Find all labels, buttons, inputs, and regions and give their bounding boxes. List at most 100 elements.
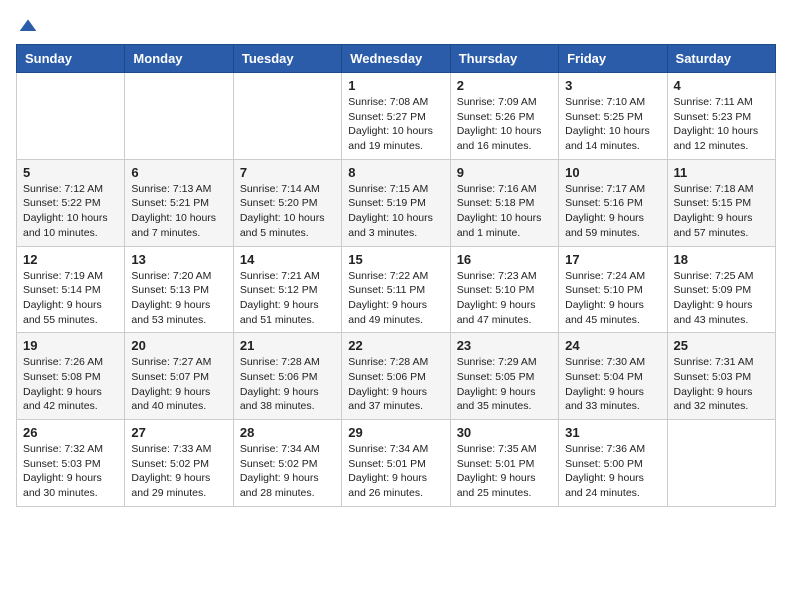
calendar-cell: 9Sunrise: 7:16 AM Sunset: 5:18 PM Daylig…	[450, 159, 558, 246]
day-info: Sunrise: 7:33 AM Sunset: 5:02 PM Dayligh…	[131, 442, 226, 501]
calendar-cell: 20 Sunrise: 7:27 AM Sunset: 5:07 PM Dayli…	[125, 333, 233, 420]
day-number: 26	[23, 425, 118, 440]
day-number: 22	[348, 338, 443, 353]
day-number: 21	[240, 338, 335, 353]
day-number: 27	[131, 425, 226, 440]
calendar-cell: 24 Sunrise: 7:30 AM Sunset: 5:04 PM Dayli…	[559, 333, 667, 420]
day-number: 2	[457, 78, 552, 93]
week-row-3: 19 Sunrise: 7:26 AM Sunset: 5:08 PM Dayli…	[17, 333, 776, 420]
day-info: Sunrise: 7:19 AM Sunset: 5:14 PM Dayligh…	[23, 269, 118, 328]
calendar-cell: 13Sunrise: 7:20 AM Sunset: 5:13 PM Dayli…	[125, 246, 233, 333]
calendar-cell: 27 Sunrise: 7:33 AM Sunset: 5:02 PM Dayli…	[125, 420, 233, 507]
calendar-cell: 11 Sunrise: 7:18 AM Sunset: 5:15 PM Dayli…	[667, 159, 775, 246]
day-info: Sunrise: 7:27 AM Sunset: 5:07 PM Dayligh…	[131, 355, 226, 414]
day-number: 14	[240, 252, 335, 267]
day-number: 15	[348, 252, 443, 267]
day-number: 20	[131, 338, 226, 353]
day-number: 24	[565, 338, 660, 353]
day-info: Sunrise: 7:12 AM Sunset: 5:22 PM Dayligh…	[23, 182, 118, 241]
day-info: Sunrise: 7:10 AM Sunset: 5:25 PM Dayligh…	[565, 95, 660, 154]
header-saturday: Saturday	[667, 45, 775, 73]
day-info: Sunrise: 7:31 AM Sunset: 5:03 PM Dayligh…	[674, 355, 769, 414]
day-number: 13	[131, 252, 226, 267]
calendar-cell	[233, 73, 341, 160]
calendar-cell: 19 Sunrise: 7:26 AM Sunset: 5:08 PM Dayli…	[17, 333, 125, 420]
day-number: 23	[457, 338, 552, 353]
calendar-cell: 28 Sunrise: 7:34 AM Sunset: 5:02 PM Dayli…	[233, 420, 341, 507]
header-wednesday: Wednesday	[342, 45, 450, 73]
calendar-cell	[667, 420, 775, 507]
day-info: Sunrise: 7:11 AM Sunset: 5:23 PM Dayligh…	[674, 95, 769, 154]
calendar-cell: 3 Sunrise: 7:10 AM Sunset: 5:25 PM Daylig…	[559, 73, 667, 160]
header-monday: Monday	[125, 45, 233, 73]
calendar-cell: 26 Sunrise: 7:32 AM Sunset: 5:03 PM Dayli…	[17, 420, 125, 507]
day-info: Sunrise: 7:14 AM Sunset: 5:20 PM Dayligh…	[240, 182, 335, 241]
day-info: Sunrise: 7:09 AM Sunset: 5:26 PM Dayligh…	[457, 95, 552, 154]
week-row-1: 5 Sunrise: 7:12 AM Sunset: 5:22 PM Daylig…	[17, 159, 776, 246]
day-number: 19	[23, 338, 118, 353]
day-info: Sunrise: 7:26 AM Sunset: 5:08 PM Dayligh…	[23, 355, 118, 414]
calendar-table: SundayMondayTuesdayWednesdayThursdayFrid…	[16, 44, 776, 507]
day-number: 18	[674, 252, 769, 267]
day-number: 8	[348, 165, 443, 180]
calendar-cell: 15 Sunrise: 7:22 AM Sunset: 5:11 PM Dayli…	[342, 246, 450, 333]
day-info: Sunrise: 7:29 AM Sunset: 5:05 PM Dayligh…	[457, 355, 552, 414]
header-sunday: Sunday	[17, 45, 125, 73]
calendar-cell	[17, 73, 125, 160]
calendar-cell: 29 Sunrise: 7:34 AM Sunset: 5:01 PM Dayli…	[342, 420, 450, 507]
day-number: 5	[23, 165, 118, 180]
day-info: Sunrise: 7:08 AM Sunset: 5:27 PM Dayligh…	[348, 95, 443, 154]
calendar-cell: 8Sunrise: 7:15 AM Sunset: 5:19 PM Daylig…	[342, 159, 450, 246]
day-info: Sunrise: 7:34 AM Sunset: 5:02 PM Dayligh…	[240, 442, 335, 501]
calendar-cell: 4Sunrise: 7:11 AM Sunset: 5:23 PM Daylig…	[667, 73, 775, 160]
day-info: Sunrise: 7:22 AM Sunset: 5:11 PM Dayligh…	[348, 269, 443, 328]
calendar-cell: 6 Sunrise: 7:13 AM Sunset: 5:21 PM Daylig…	[125, 159, 233, 246]
logo	[16, 16, 38, 36]
week-row-4: 26 Sunrise: 7:32 AM Sunset: 5:03 PM Dayli…	[17, 420, 776, 507]
day-number: 6	[131, 165, 226, 180]
week-row-0: 1 Sunrise: 7:08 AM Sunset: 5:27 PM Daylig…	[17, 73, 776, 160]
calendar-cell: 1 Sunrise: 7:08 AM Sunset: 5:27 PM Daylig…	[342, 73, 450, 160]
day-info: Sunrise: 7:13 AM Sunset: 5:21 PM Dayligh…	[131, 182, 226, 241]
header-tuesday: Tuesday	[233, 45, 341, 73]
day-number: 1	[348, 78, 443, 93]
day-info: Sunrise: 7:32 AM Sunset: 5:03 PM Dayligh…	[23, 442, 118, 501]
day-info: Sunrise: 7:17 AM Sunset: 5:16 PM Dayligh…	[565, 182, 660, 241]
day-number: 28	[240, 425, 335, 440]
day-info: Sunrise: 7:18 AM Sunset: 5:15 PM Dayligh…	[674, 182, 769, 241]
week-row-2: 12 Sunrise: 7:19 AM Sunset: 5:14 PM Dayli…	[17, 246, 776, 333]
day-info: Sunrise: 7:23 AM Sunset: 5:10 PM Dayligh…	[457, 269, 552, 328]
calendar-cell: 2 Sunrise: 7:09 AM Sunset: 5:26 PM Daylig…	[450, 73, 558, 160]
day-number: 12	[23, 252, 118, 267]
day-number: 10	[565, 165, 660, 180]
day-info: Sunrise: 7:21 AM Sunset: 5:12 PM Dayligh…	[240, 269, 335, 328]
day-info: Sunrise: 7:25 AM Sunset: 5:09 PM Dayligh…	[674, 269, 769, 328]
day-number: 3	[565, 78, 660, 93]
day-number: 11	[674, 165, 769, 180]
day-number: 29	[348, 425, 443, 440]
day-info: Sunrise: 7:16 AM Sunset: 5:18 PM Dayligh…	[457, 182, 552, 241]
calendar-cell: 21 Sunrise: 7:28 AM Sunset: 5:06 PM Dayli…	[233, 333, 341, 420]
calendar-cell: 12 Sunrise: 7:19 AM Sunset: 5:14 PM Dayli…	[17, 246, 125, 333]
day-info: Sunrise: 7:36 AM Sunset: 5:00 PM Dayligh…	[565, 442, 660, 501]
day-info: Sunrise: 7:30 AM Sunset: 5:04 PM Dayligh…	[565, 355, 660, 414]
day-number: 25	[674, 338, 769, 353]
header-row: SundayMondayTuesdayWednesdayThursdayFrid…	[17, 45, 776, 73]
page-header	[16, 16, 776, 36]
header-friday: Friday	[559, 45, 667, 73]
calendar-cell: 14 Sunrise: 7:21 AM Sunset: 5:12 PM Dayli…	[233, 246, 341, 333]
day-info: Sunrise: 7:34 AM Sunset: 5:01 PM Dayligh…	[348, 442, 443, 501]
calendar-cell	[125, 73, 233, 160]
day-number: 17	[565, 252, 660, 267]
day-number: 31	[565, 425, 660, 440]
day-info: Sunrise: 7:28 AM Sunset: 5:06 PM Dayligh…	[240, 355, 335, 414]
calendar-cell: 7Sunrise: 7:14 AM Sunset: 5:20 PM Daylig…	[233, 159, 341, 246]
day-info: Sunrise: 7:28 AM Sunset: 5:06 PM Dayligh…	[348, 355, 443, 414]
calendar-cell: 22 Sunrise: 7:28 AM Sunset: 5:06 PM Dayli…	[342, 333, 450, 420]
calendar-body: 1 Sunrise: 7:08 AM Sunset: 5:27 PM Daylig…	[17, 73, 776, 507]
calendar-cell: 16Sunrise: 7:23 AM Sunset: 5:10 PM Dayli…	[450, 246, 558, 333]
day-number: 30	[457, 425, 552, 440]
calendar-cell: 30Sunrise: 7:35 AM Sunset: 5:01 PM Dayli…	[450, 420, 558, 507]
calendar-cell: 31 Sunrise: 7:36 AM Sunset: 5:00 PM Dayli…	[559, 420, 667, 507]
calendar-cell: 23 Sunrise: 7:29 AM Sunset: 5:05 PM Dayli…	[450, 333, 558, 420]
